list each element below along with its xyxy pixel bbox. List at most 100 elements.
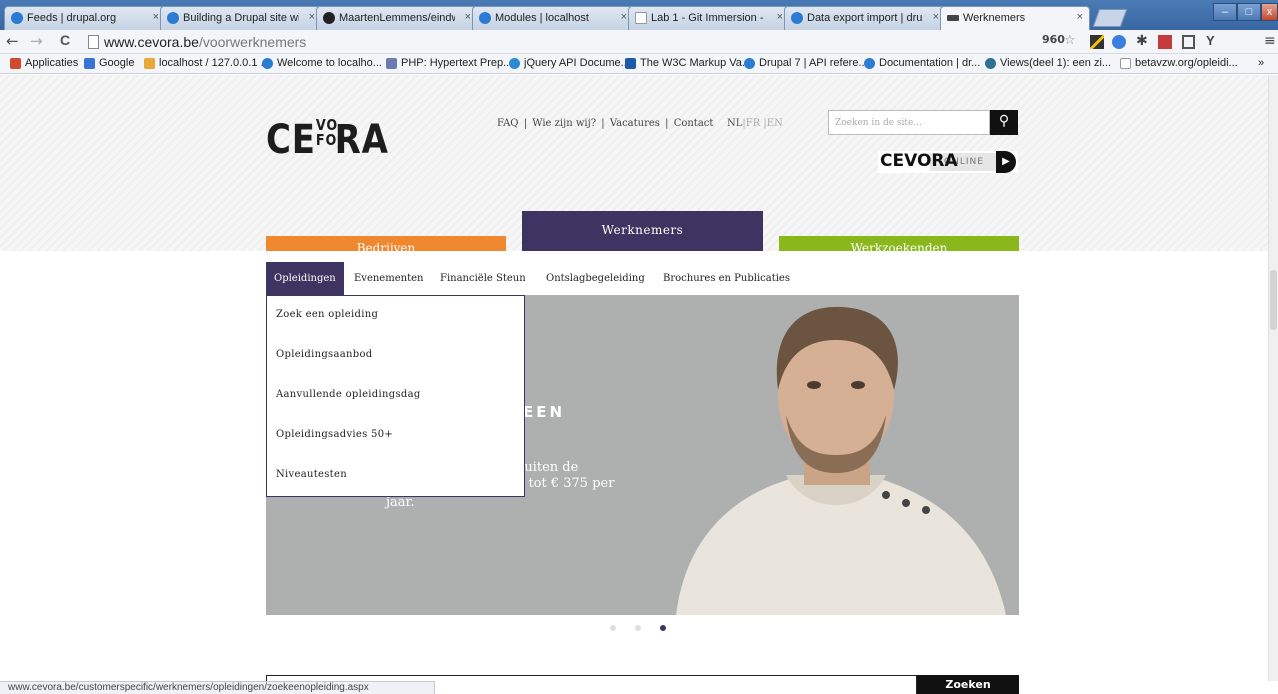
browser-tab[interactable]: Data export import | drupa ×	[784, 6, 946, 30]
subnav-opleidingen[interactable]: Opleidingen	[266, 262, 344, 295]
browser-tab[interactable]: Feeds | drupal.org ×	[4, 6, 166, 30]
cevora-online-button[interactable]: ONLINE CEVORA ▶	[878, 151, 1018, 173]
bookmark-item[interactable]: jQuery API Docume...	[509, 57, 630, 69]
tab-label: Lab 1 - Git Immersion - Bi	[651, 12, 767, 24]
close-icon[interactable]: ×	[621, 11, 627, 23]
bookmark-item[interactable]: Documentation | dr...	[864, 57, 980, 69]
link-wie-zijn-wij[interactable]: Wie zijn wij?	[532, 118, 596, 129]
maximize-button[interactable]: □	[1237, 3, 1261, 21]
bookmark-item[interactable]: The W3C Markup Va...	[625, 57, 751, 69]
bookmark-item[interactable]: Applicaties	[10, 57, 78, 69]
php-icon	[386, 58, 397, 69]
hero-body: buiten de g tot € 375 per	[516, 460, 696, 492]
search-icon[interactable]: ⚲	[990, 110, 1018, 135]
calendar-icon[interactable]	[1158, 35, 1172, 49]
site-search-input[interactable]: Zoeken in de site...	[828, 110, 990, 135]
scrollbar[interactable]	[1268, 75, 1278, 681]
page-icon	[88, 35, 99, 49]
close-icon[interactable]: ×	[1077, 11, 1083, 23]
forward-button[interactable]: →	[30, 32, 43, 50]
dropdown-item-aanvullende-opleidingsdag[interactable]: Aanvullende opleidingsdag	[276, 389, 421, 400]
gear-icon[interactable]: ✱	[1136, 33, 1148, 49]
cevora-favicon-icon	[947, 15, 959, 21]
globe-icon[interactable]	[1112, 35, 1126, 49]
menu-icon[interactable]: ≡	[1264, 33, 1276, 49]
segment-werkzoekenden[interactable]: Werkzoekenden	[779, 236, 1019, 251]
drupal-icon	[744, 58, 755, 69]
lang-nl[interactable]: NL	[727, 118, 742, 129]
pen-icon[interactable]	[1090, 35, 1104, 49]
bottom-search-button[interactable]: Zoeken	[917, 675, 1019, 694]
separator: |	[601, 118, 605, 129]
close-icon[interactable]: ×	[933, 11, 939, 23]
bookmark-label: Documentation | dr...	[879, 57, 981, 69]
star-icon[interactable]: ☆	[1064, 33, 1076, 48]
separator: |	[523, 118, 528, 129]
tab-label: Data export import | drupa	[807, 12, 923, 24]
carousel-dot[interactable]	[635, 625, 641, 631]
dropdown-item-zoek-een-opleiding[interactable]: Zoek een opleiding	[276, 309, 378, 320]
dropdown-item-opleidingsaanbod[interactable]: Opleidingsaanbod	[276, 349, 372, 360]
hero-heading: EEN	[523, 403, 566, 421]
phpmyadmin-icon	[144, 58, 155, 69]
browser-tab[interactable]: Lab 1 - Git Immersion - Bi ×	[628, 6, 790, 30]
drupal-icon	[11, 12, 23, 24]
close-window-button[interactable]: x	[1261, 3, 1278, 21]
url-path: /voorwerknemers	[198, 34, 307, 50]
bookmark-item[interactable]: localhost / 127.0.0.1 ...	[144, 57, 270, 69]
segment-bedrijven[interactable]: Bedrijven	[266, 236, 506, 251]
link-faq[interactable]: FAQ	[497, 118, 519, 129]
drupal-icon	[864, 58, 875, 69]
tab-label: Modules | localhost	[495, 12, 589, 24]
dropdown-item-opleidingsadvies-50[interactable]: Opleidingsadvies 50+	[276, 429, 393, 440]
browser-tab[interactable]: Building a Drupal site with ×	[160, 6, 322, 30]
bookmarks-overflow[interactable]: »	[1258, 57, 1264, 69]
bookmark-item[interactable]: Views(deel 1): een zi...	[985, 57, 1111, 69]
cevora-logo[interactable]: CEVO FORA	[266, 117, 389, 163]
bookmark-item[interactable]: PHP: Hypertext Prep...	[386, 57, 512, 69]
browser-tab-active[interactable]: Werknemers ×	[940, 6, 1090, 31]
bookmark-item[interactable]: betavzw.org/opleidi...	[1120, 57, 1238, 69]
subnav-brochures[interactable]: Brochures en Publicaties	[663, 262, 790, 295]
address-bar[interactable]: www.cevora.be/voorwerknemers	[84, 32, 1044, 52]
back-button[interactable]: ←	[6, 32, 19, 50]
dropdown-item-niveautesten[interactable]: Niveautesten	[276, 469, 347, 480]
bookmark-item[interactable]: Google	[84, 57, 134, 69]
drupal-icon	[791, 12, 803, 24]
browser-tab[interactable]: MaartenLemmens/eindw ×	[316, 6, 478, 30]
logo-text: CE	[266, 117, 316, 163]
close-icon[interactable]: ×	[153, 11, 159, 23]
online-brand: CEVORA	[880, 151, 958, 171]
close-icon[interactable]: ×	[777, 11, 783, 23]
bookmark-item[interactable]: Drupal 7 | API refere...	[744, 57, 868, 69]
separator: |	[665, 118, 669, 129]
tab-label: Feeds | drupal.org	[27, 12, 117, 24]
close-icon[interactable]: ×	[309, 11, 315, 23]
browser-tab[interactable]: Modules | localhost ×	[472, 6, 634, 30]
960-grid-icon[interactable]: 960	[1042, 33, 1065, 46]
lang-fr[interactable]: FR	[746, 118, 760, 129]
reload-button[interactable]: C	[60, 32, 70, 48]
new-tab-button[interactable]	[1092, 9, 1128, 27]
drupal-icon	[479, 12, 491, 24]
minimize-button[interactable]: –	[1213, 3, 1237, 21]
close-icon[interactable]: ×	[465, 11, 471, 23]
bookmark-label: PHP: Hypertext Prep...	[401, 57, 513, 69]
subnav-ontslagbegeleiding[interactable]: Ontslagbegeleiding	[546, 262, 645, 295]
carousel-dot-active[interactable]	[660, 625, 666, 631]
hero-body-line: g tot € 375 per	[516, 476, 615, 491]
w3c-icon	[625, 58, 636, 69]
segment-werknemers[interactable]: Werknemers	[522, 211, 763, 251]
subnav-financiele-steun[interactable]: Financiële Steun	[440, 262, 526, 295]
link-vacatures[interactable]: Vacatures	[610, 118, 660, 129]
yslow-icon[interactable]: Y	[1206, 33, 1215, 48]
scrollbar-thumb[interactable]	[1270, 270, 1277, 330]
link-contact[interactable]: Contact	[674, 118, 714, 129]
bookmark-item[interactable]: Welcome to localho...	[262, 57, 382, 69]
subnav-evenementen[interactable]: Evenementen	[354, 262, 423, 295]
logo-stack: VO FO	[316, 118, 337, 148]
lang-en[interactable]: EN	[767, 118, 783, 129]
reader-icon[interactable]	[1182, 35, 1195, 49]
carousel-dot[interactable]	[610, 625, 616, 631]
hero-body-line: jaar.	[386, 495, 415, 510]
